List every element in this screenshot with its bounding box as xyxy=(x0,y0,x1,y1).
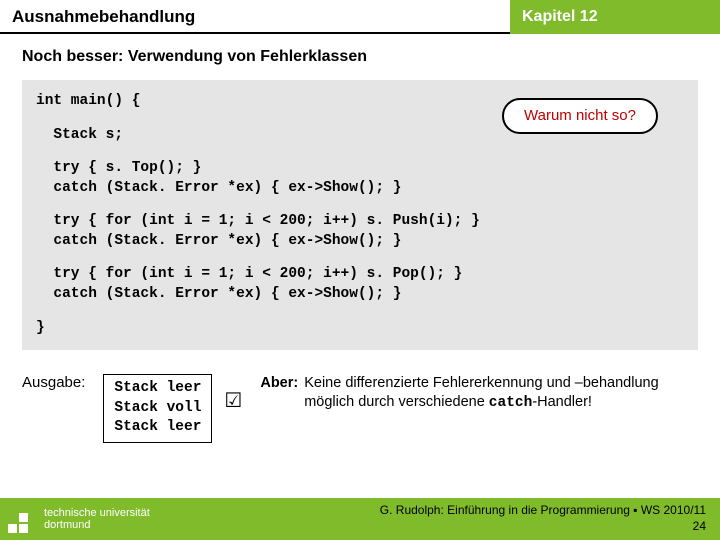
code-block: int main() { Stack s; try { s. Top(); } … xyxy=(22,80,698,350)
footer-credit: G. Rudolph: Einführung in die Programmie… xyxy=(380,503,706,534)
footer-bar: technische universität dortmund G. Rudol… xyxy=(0,498,720,540)
code-line: catch (Stack. Error *ex) { ex->Show(); } xyxy=(36,285,684,305)
code-line: } xyxy=(36,319,684,339)
slide-subtitle: Noch besser: Verwendung von Fehlerklasse… xyxy=(0,34,720,76)
code-line: catch (Stack. Error *ex) { ex->Show(); } xyxy=(36,232,684,252)
check-icon: ☑ xyxy=(224,374,242,413)
lower-row: Ausgabe: Stack leer Stack voll Stack lee… xyxy=(0,350,720,443)
credit-line: G. Rudolph: Einführung in die Programmie… xyxy=(380,503,706,519)
header-bar: Ausnahmebehandlung Kapitel 12 xyxy=(0,0,720,34)
output-line: Stack voll xyxy=(114,399,201,419)
aber-label: Aber: xyxy=(260,374,298,413)
aber-text: Keine differenzierte Fehlererkennung und… xyxy=(304,374,698,413)
code-line: try { s. Top(); } xyxy=(36,159,684,179)
output-label: Ausgabe: xyxy=(22,374,85,391)
aber-text-part2: -Handler! xyxy=(532,394,592,410)
code-line: catch (Stack. Error *ex) { ex->Show(); } xyxy=(36,179,684,199)
uni-line2: dortmund xyxy=(44,519,150,531)
uni-line1: technische universität xyxy=(44,507,150,519)
page-number: 24 xyxy=(380,519,706,535)
header-chapter: Kapitel 12 xyxy=(510,0,720,34)
tu-logo-text: technische universität dortmund xyxy=(44,507,150,531)
tu-logo-icon xyxy=(8,505,36,533)
code-line: try { for (int i = 1; i < 200; i++) s. P… xyxy=(36,212,684,232)
output-line: Stack leer xyxy=(114,379,201,399)
callout-bubble: Warum nicht so? xyxy=(502,98,658,134)
tu-logo: technische universität dortmund xyxy=(8,505,150,533)
aber-text-part1: Keine differenzierte Fehlererkennung und… xyxy=(304,375,658,410)
header-topic: Ausnahmebehandlung xyxy=(0,0,510,34)
catch-keyword: catch xyxy=(489,395,533,411)
output-box: Stack leer Stack voll Stack leer xyxy=(103,374,212,443)
aber-block: Aber: Keine differenzierte Fehlererkennu… xyxy=(260,374,698,413)
output-line: Stack leer xyxy=(114,418,201,438)
code-line: try { for (int i = 1; i < 200; i++) s. P… xyxy=(36,265,684,285)
